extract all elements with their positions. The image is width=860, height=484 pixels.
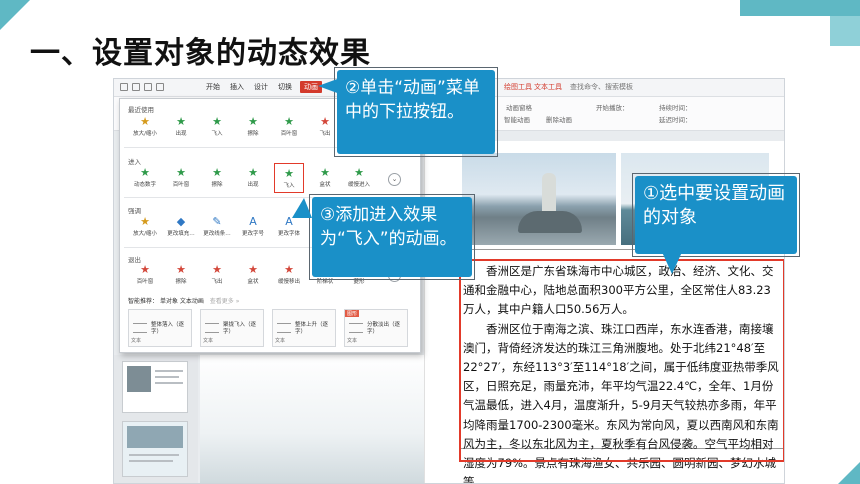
smart-recommend-label: 智能推荐： — [128, 298, 159, 305]
smart-card[interactable]: 图形 分散淡出（逐字） 文本 — [344, 309, 408, 347]
effect-dynamic-number[interactable]: ★ 动态数字 — [130, 166, 160, 192]
effect-appear[interactable]: ★ 出现 — [238, 166, 268, 192]
card-tag: 图形 — [345, 310, 360, 317]
slide-thumbnails — [114, 355, 198, 483]
corner-decoration — [830, 16, 860, 46]
delay-label: 延迟时间： — [659, 116, 692, 124]
smart-recommend-row: 智能推荐： 单对象 文本动画 查看更多 » — [128, 296, 239, 305]
effect-blinds[interactable]: ★ 百叶窗 — [274, 115, 304, 141]
corner-decoration — [740, 0, 860, 16]
smart-animation-button[interactable]: 智能动画 — [504, 114, 530, 124]
smart-card[interactable]: 整体上升（逐字） 文本 — [272, 309, 336, 347]
smart-card[interactable]: 聚拢飞入（逐字） 文本 — [200, 309, 264, 347]
callout-step3: ③添加进入效果为“飞入”的动画。 — [312, 197, 472, 277]
print-icon[interactable] — [144, 83, 152, 91]
smart-card[interactable]: 整体落入（逐字） 文本 — [128, 309, 192, 347]
effect-change-size[interactable]: A 更改字号 — [238, 215, 268, 241]
star-icon: ★ — [176, 115, 186, 128]
font-size-icon: A — [249, 215, 257, 228]
corner-decoration — [0, 0, 30, 30]
section-title-recent: 最近使用 — [128, 106, 154, 114]
statue-photo[interactable] — [462, 153, 616, 245]
star-icon: ★ — [320, 166, 330, 179]
star-icon: ★ — [140, 215, 150, 228]
callout-step1: ①选中要设置动画的对象 — [635, 176, 797, 254]
callout-pointer — [292, 198, 312, 218]
section-title-emphasis: 强调 — [128, 207, 141, 215]
effect-wipe[interactable]: ★ 擦除 — [202, 166, 232, 192]
effect-zoom[interactable]: ★ 放大/缩小 — [130, 115, 160, 141]
expand-effects-button[interactable]: ⌄ — [388, 173, 401, 186]
effect-wipe-exit[interactable]: ★ 擦除 — [166, 263, 196, 289]
slide: 一、设置对象的动态效果 开始 插入 设计 切换 动画 绘图工具 文本工具 查找命… — [0, 0, 860, 484]
save-icon[interactable] — [132, 83, 140, 91]
star-icon: ★ — [140, 263, 150, 276]
paint-icon: ◆ — [176, 215, 186, 228]
star-icon: ★ — [284, 167, 294, 180]
tab-drawing-tools[interactable]: 绘图工具 — [504, 82, 532, 92]
star-icon: ★ — [284, 263, 294, 276]
tab-insert[interactable]: 插入 — [230, 82, 244, 92]
view-more-link[interactable]: 查看更多 » — [210, 298, 240, 305]
search-commands[interactable]: 查找命令、搜索模板 — [570, 82, 633, 92]
pen-icon: ✎ — [212, 215, 222, 228]
start-play-label: 开始播放： — [596, 104, 629, 112]
star-icon: ★ — [248, 166, 258, 179]
slide-canvas-background — [200, 355, 424, 483]
effect-wipe[interactable]: ★ 擦除 — [238, 115, 268, 141]
star-icon: ★ — [212, 115, 222, 128]
effect-fly-in[interactable]: ★ 飞入 — [202, 115, 232, 141]
effect-change-font[interactable]: A 更改字体 — [274, 215, 304, 241]
effect-fly-in-selected[interactable]: ★ 飞入 — [274, 163, 304, 193]
effect-fly-out[interactable]: ★ 飞出 — [202, 263, 232, 289]
tab-start[interactable]: 开始 — [206, 82, 220, 92]
star-icon: ★ — [176, 263, 186, 276]
star-icon: ★ — [140, 115, 150, 128]
tab-transition[interactable]: 切换 — [278, 82, 292, 92]
tab-design[interactable]: 设计 — [254, 82, 268, 92]
effect-box-exit[interactable]: ★ 盒状 — [238, 263, 268, 289]
effect-box[interactable]: ★ 盒状 — [310, 166, 340, 192]
star-icon: ★ — [248, 115, 258, 128]
effect-blinds[interactable]: ★ 百叶窗 — [166, 166, 196, 192]
section-title-enter: 进入 — [128, 158, 141, 166]
slide-thumbnail[interactable] — [122, 361, 188, 413]
star-icon: ★ — [248, 263, 258, 276]
delete-animation-button[interactable]: 删除动画 — [546, 114, 572, 124]
star-icon: ★ — [212, 166, 222, 179]
effect-change-fill[interactable]: ◆ 更改填充… — [166, 215, 196, 241]
star-icon: ★ — [140, 166, 150, 179]
menu-icon[interactable] — [120, 83, 128, 91]
slide-thumbnail[interactable] — [122, 421, 188, 477]
star-icon: ★ — [176, 166, 186, 179]
effect-slow-exit[interactable]: ★ 缓慢移出 — [274, 263, 304, 289]
star-icon: ★ — [212, 263, 222, 276]
smart-recommend-scope[interactable]: 单对象 文本动画 — [160, 298, 204, 305]
undo-icon[interactable] — [156, 83, 164, 91]
tab-text-tools[interactable]: 文本工具 — [534, 82, 562, 92]
corner-decoration — [838, 462, 860, 484]
star-icon: ★ — [354, 166, 364, 179]
callout-step2: ②单击“动画”菜单中的下拉按钮。 — [337, 70, 495, 154]
highlight-frame — [459, 259, 784, 462]
star-icon: ★ — [284, 115, 294, 128]
callout-pointer — [662, 252, 682, 274]
animation-pane-button[interactable]: 动画窗格 — [506, 102, 532, 112]
slide-title: 一、设置对象的动态效果 — [30, 36, 371, 71]
effect-appear[interactable]: ★ 出现 — [166, 115, 196, 141]
duration-label: 持续时间： — [659, 104, 692, 112]
effect-change-line[interactable]: ✎ 更改线条… — [202, 215, 232, 241]
effect-zoom[interactable]: ★ 放大/缩小 — [130, 215, 160, 241]
effect-slow-enter[interactable]: ★ 缓慢进入 — [344, 166, 374, 192]
effect-blinds-exit[interactable]: ★ 百叶窗 — [130, 263, 160, 289]
